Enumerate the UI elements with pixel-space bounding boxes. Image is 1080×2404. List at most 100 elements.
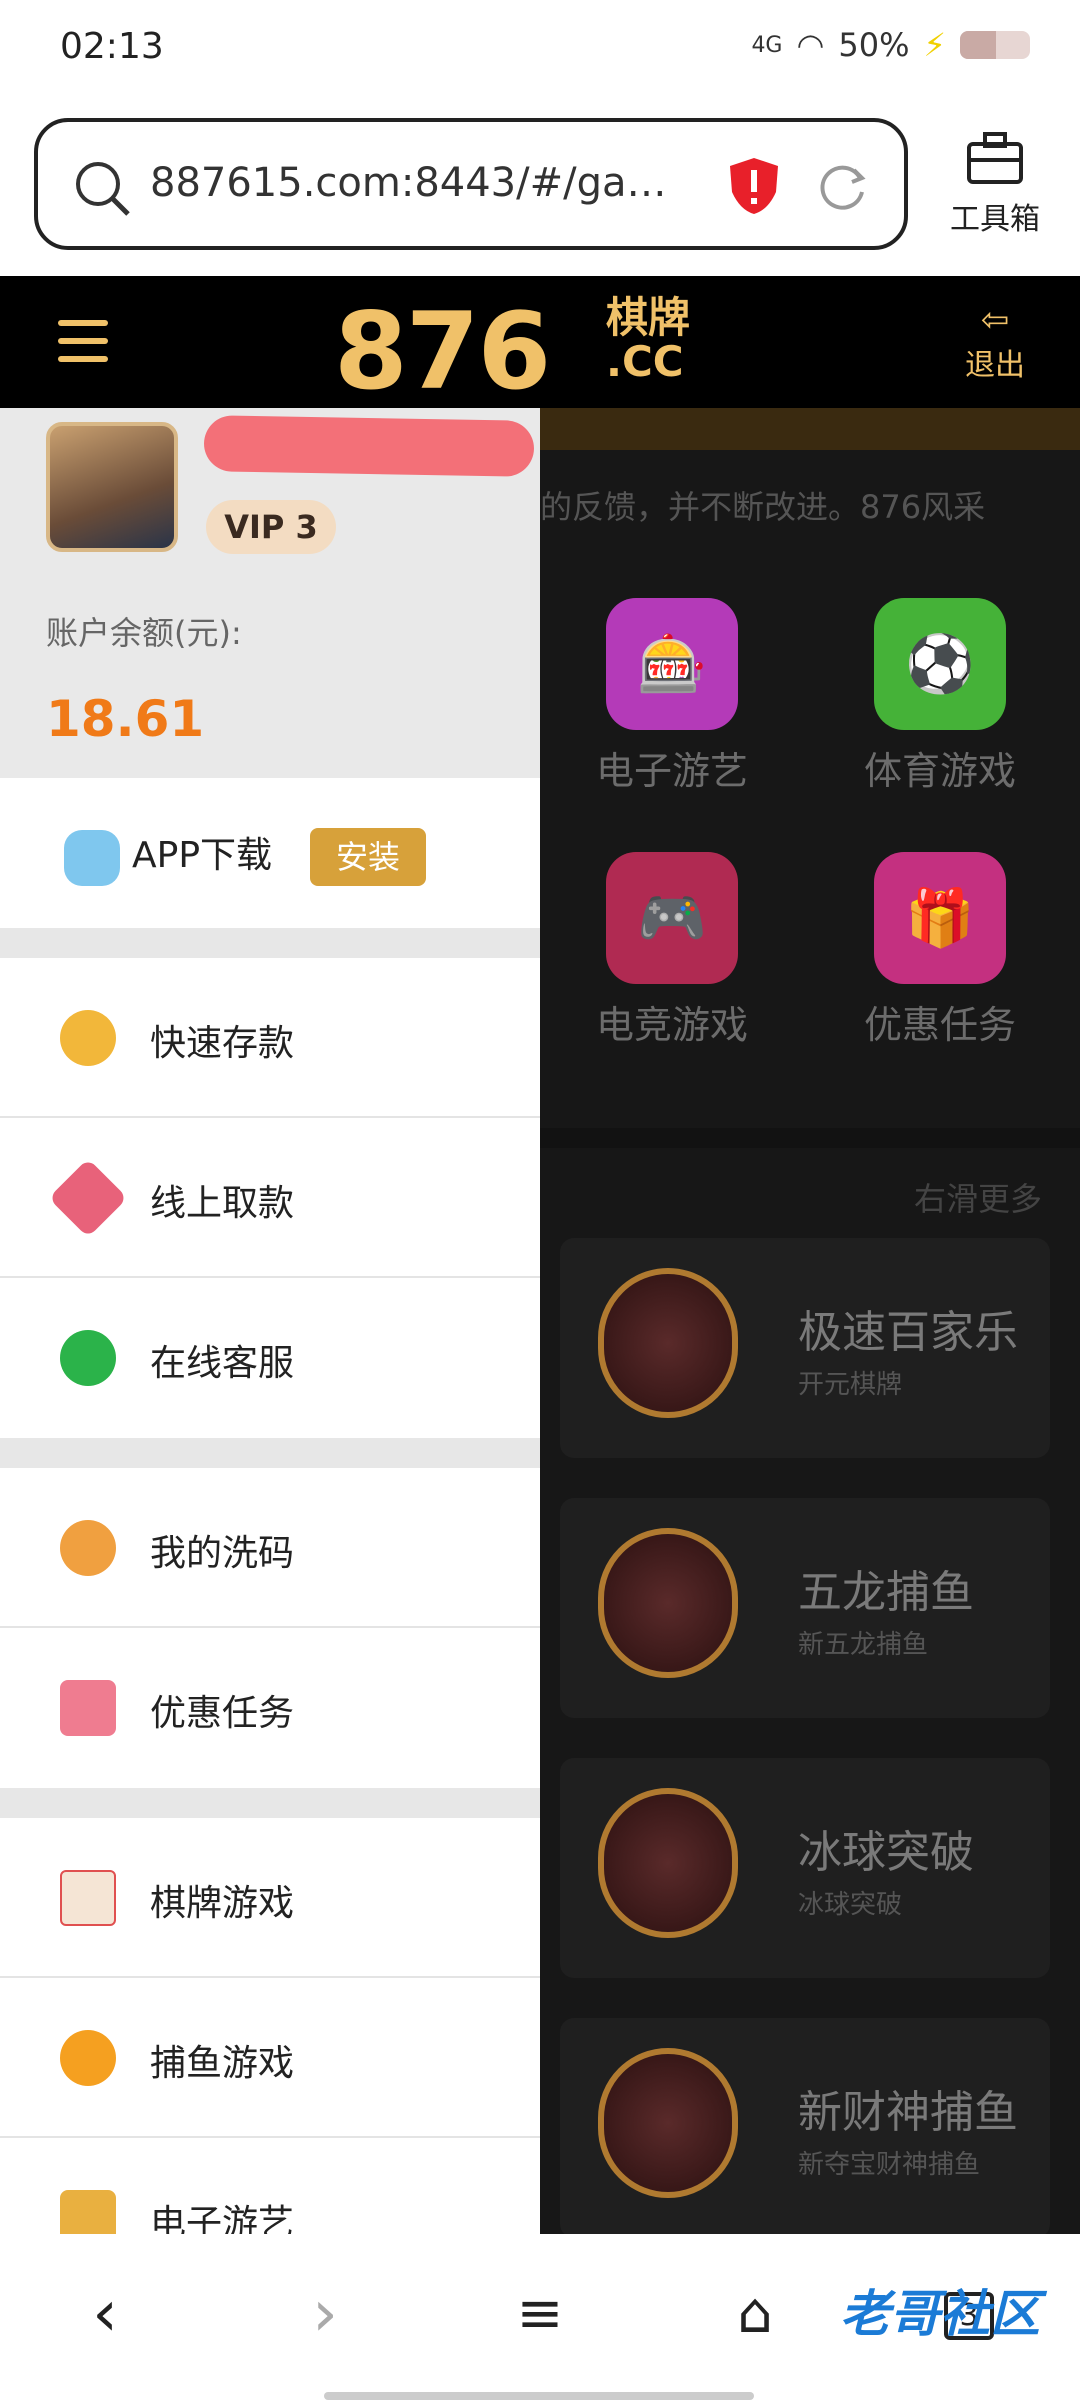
swipe-more[interactable]: 右滑更多 <box>914 1174 1042 1220</box>
menu-icon[interactable] <box>58 320 108 364</box>
menu-label: 捕鱼游戏 <box>150 2043 295 2084</box>
app-download-item[interactable]: APP下载 安装 <box>0 778 540 928</box>
withdraw-icon <box>48 1158 128 1238</box>
announcement-marquee: 的反馈，并不断改进。876风采 <box>540 488 986 526</box>
slot-icon <box>60 2190 116 2234</box>
menu-icon[interactable]: ≡ <box>495 2264 585 2364</box>
browser-nav-bar: ‹ › ≡ ⌂ 3 老哥社区 <box>0 2234 1080 2404</box>
menu-label: 快速存款 <box>150 1023 295 1064</box>
search-icon <box>76 162 130 216</box>
game-thumbnail <box>598 1788 738 1938</box>
profile-panel: VIP 3 账户余额(元): 18.61 <box>0 408 540 778</box>
game-title: 新财神捕鱼 <box>798 2087 1018 2138</box>
gift-icon <box>60 1680 116 1736</box>
logout-button[interactable]: ⇦ 退出 <box>955 300 1035 384</box>
category-slot[interactable]: 🎰 电子游艺 <box>596 598 772 795</box>
redacted-username <box>203 415 535 477</box>
logo-cc: .CC <box>606 337 684 386</box>
game-card[interactable]: 五龙捕鱼 新五龙捕鱼 <box>560 1498 1050 1718</box>
category-label: 优惠任务 <box>863 1003 1016 1047</box>
menu-item-promo[interactable]: 优惠任务 <box>0 1628 540 1788</box>
battery-icon <box>960 31 1030 59</box>
toolbox-icon <box>967 132 1023 184</box>
divider <box>540 1128 1080 1148</box>
home-icon[interactable]: ⌂ <box>710 2264 800 2364</box>
menu-label: 在线客服 <box>150 1343 295 1384</box>
menu-label: 棋牌游戏 <box>150 1883 295 1924</box>
address-bar[interactable]: 887615.com:8443/#/ga… <box>34 118 908 250</box>
menu-item-cards[interactable]: 棋牌游戏 <box>0 1818 540 1978</box>
game-title: 冰球突破 <box>798 1827 974 1878</box>
reload-icon[interactable] <box>814 158 870 214</box>
game-subtitle: 开元棋牌 <box>798 1370 903 1400</box>
menu-label: 电子游艺 <box>150 2203 295 2234</box>
logo-number: 876 <box>334 290 551 413</box>
game-card[interactable]: 新财神捕鱼 新夺宝财神捕鱼 <box>560 2018 1050 2238</box>
game-title: 五龙捕鱼 <box>798 1567 974 1618</box>
menu-item-withdraw[interactable]: 线上取款 <box>0 1118 540 1278</box>
slot-machine-icon: 🎰 <box>606 598 738 730</box>
clock: 02:13 <box>60 26 164 67</box>
menu-label: 我的洗码 <box>150 1533 295 1574</box>
menu-label: 线上取款 <box>150 1183 295 1224</box>
menu-item-support[interactable]: 在线客服 <box>0 1278 540 1438</box>
gesture-handle[interactable] <box>324 2392 754 2400</box>
balance-label: 账户余额(元): <box>46 614 242 652</box>
category-sports[interactable]: ⚽ 体育游戏 <box>864 598 1040 795</box>
back-icon[interactable]: ‹ <box>60 2264 150 2364</box>
status-icons: 4G ◠ 50% ⚡ <box>751 26 1030 64</box>
forward-icon[interactable]: › <box>280 2264 370 2364</box>
game-thumbnail <box>598 2048 738 2198</box>
divider <box>0 1438 540 1468</box>
logo-text: 棋牌 .CC <box>606 296 690 384</box>
avatar[interactable] <box>46 422 178 552</box>
category-esports[interactable]: 🎮 电竞游戏 <box>596 852 772 1049</box>
gift-icon: 🎁 <box>874 852 1006 984</box>
vip-badge: VIP 3 <box>206 500 336 554</box>
menu-item-fishing[interactable]: 捕鱼游戏 <box>0 1978 540 2138</box>
game-card[interactable]: 极速百家乐 开元棋牌 <box>560 1238 1050 1458</box>
game-subtitle: 新夺宝财神捕鱼 <box>798 2150 981 2180</box>
network-indicator: 4G <box>751 32 783 58</box>
security-warning-icon[interactable] <box>728 156 780 216</box>
category-label: 电子游艺 <box>595 749 748 793</box>
coin-icon <box>60 1520 116 1576</box>
gamepad-icon: 🎮 <box>606 852 738 984</box>
menu-label: 优惠任务 <box>150 1693 295 1734</box>
charging-icon: ⚡ <box>923 26 946 64</box>
balance-value: 18.61 <box>46 690 205 748</box>
game-thumbnail <box>598 1268 738 1418</box>
logo-cn: 棋牌 <box>606 293 691 342</box>
category-label: 电竞游戏 <box>595 1003 748 1047</box>
exit-icon: ⇦ <box>980 300 1010 340</box>
battery-percent: 50% <box>838 26 910 64</box>
divider <box>0 928 540 958</box>
toolbox-button[interactable]: 工具箱 <box>930 130 1060 238</box>
side-drawer: VIP 3 账户余额(元): 18.61 APP下载 安装 快速存款 线上取款 … <box>0 408 540 2234</box>
status-bar: 02:13 4G ◠ 50% ⚡ <box>0 0 1080 100</box>
site-header: 876 棋牌 .CC ⇦ 退出 <box>0 276 1080 413</box>
url-text: 887615.com:8443/#/ga… <box>150 160 667 206</box>
page-content: 的反馈，并不断改进。876风采 🎰 电子游艺 ⚽ 体育游戏 🎮 电竞游戏 🎁 优… <box>540 408 1080 2238</box>
toolbox-label: 工具箱 <box>950 202 1040 237</box>
install-button[interactable]: 安装 <box>310 828 426 886</box>
fish-icon <box>60 2030 116 2086</box>
app-download-label: APP下载 <box>132 835 273 876</box>
money-bag-icon <box>60 1010 116 1066</box>
category-label: 体育游戏 <box>863 749 1016 793</box>
headset-icon <box>60 1330 116 1386</box>
game-subtitle: 冰球突破 <box>798 1890 903 1920</box>
game-card[interactable]: 冰球突破 冰球突破 <box>560 1758 1050 1978</box>
soccer-ball-icon: ⚽ <box>874 598 1006 730</box>
game-title: 极速百家乐 <box>798 1307 1018 1358</box>
category-promo[interactable]: 🎁 优惠任务 <box>864 852 1040 1049</box>
browser-toolbar: 887615.com:8443/#/ga… 工具箱 <box>0 100 1080 276</box>
watermark: 老哥社区 <box>840 2285 1040 2343</box>
menu-item-rebate[interactable]: 我的洗码 <box>0 1468 540 1628</box>
logout-label: 退出 <box>965 348 1025 383</box>
game-thumbnail <box>598 1528 738 1678</box>
divider <box>0 1788 540 1818</box>
menu-item-deposit[interactable]: 快速存款 <box>0 958 540 1118</box>
menu-item-slots[interactable]: 电子游艺 <box>0 2138 540 2234</box>
banner-strip <box>540 408 1080 450</box>
